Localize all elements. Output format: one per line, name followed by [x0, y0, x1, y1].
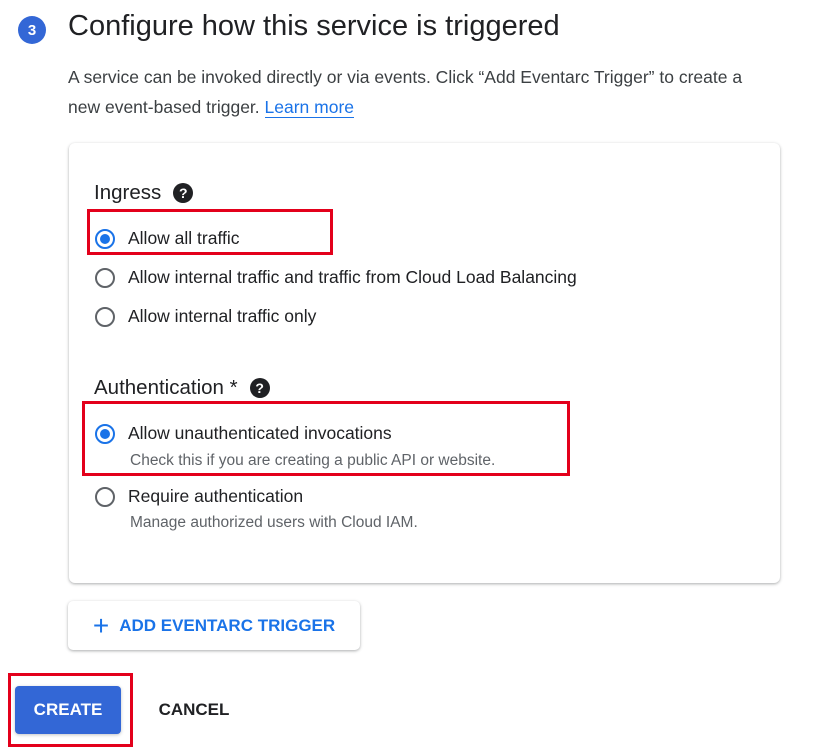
- highlight-box-allow-unauthenticated: [82, 401, 570, 476]
- step-number-badge: 3: [18, 16, 46, 44]
- radio-allow-internal-only[interactable]: Allow internal traffic only: [95, 306, 316, 327]
- ingress-heading: Ingress ?: [94, 181, 194, 205]
- radio-unselected-icon[interactable]: [95, 306, 115, 327]
- radio-label: Require authentication: [128, 486, 304, 506]
- section-description: A service can be invoked directly or via…: [68, 62, 768, 122]
- plus-icon: +: [92, 609, 110, 641]
- authentication-title: Authentication *: [94, 376, 238, 399]
- description-text: A service can be invoked directly or via…: [68, 67, 743, 117]
- radio-unselected-icon[interactable]: [95, 486, 115, 507]
- radio-sublabel: Manage authorized users with Cloud IAM.: [130, 514, 418, 531]
- ingress-title: Ingress: [94, 181, 162, 204]
- ingress-help-icon[interactable]: ?: [173, 183, 194, 203]
- add-eventarc-trigger-label: ADD EVENTARC TRIGGER: [119, 615, 336, 635]
- radio-unselected-icon[interactable]: [95, 267, 115, 288]
- highlight-box-allow-all-traffic: [87, 209, 333, 255]
- radio-label: Allow internal traffic only: [128, 306, 317, 326]
- authentication-heading: Authentication * ?: [94, 376, 270, 400]
- radio-label: Allow internal traffic and traffic from …: [128, 267, 577, 287]
- radio-require-authentication[interactable]: Require authentication: [95, 486, 303, 507]
- cancel-button[interactable]: CANCEL: [145, 686, 243, 734]
- learn-more-link[interactable]: Learn more: [264, 97, 355, 118]
- page-title: Configure how this service is triggered: [68, 10, 560, 42]
- add-eventarc-trigger-button[interactable]: + ADD EVENTARC TRIGGER: [68, 601, 360, 650]
- radio-allow-internal-and-load-balancing[interactable]: Allow internal traffic and traffic from …: [95, 267, 577, 288]
- highlight-box-create-button: [8, 673, 133, 747]
- authentication-help-icon[interactable]: ?: [249, 378, 270, 398]
